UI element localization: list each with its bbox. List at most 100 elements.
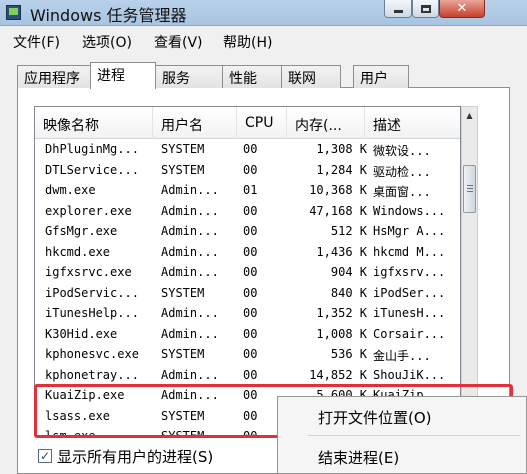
maximize-icon xyxy=(420,4,431,13)
process-row[interactable]: DTLService... SYSTEM 00 1,284 K 驱动检... xyxy=(35,161,460,182)
process-row[interactable]: iTunesHelp... Admin... 00 1,352 K iTunesH... xyxy=(35,304,460,325)
process-row[interactable]: GfsMgr.exe Admin... 00 512 K HsMgr A... xyxy=(35,222,460,243)
process-user: SYSTEM xyxy=(161,429,205,436)
process-memory: 1,008 K xyxy=(316,326,367,341)
scroll-up-icon[interactable]: ▲ xyxy=(462,107,477,124)
process-description: iPodSer... xyxy=(373,285,446,300)
process-description: 桌面窗... xyxy=(373,185,431,199)
process-row[interactable]: hkcmd.exe Admin... 00 1,436 K hkcmd M... xyxy=(35,243,460,264)
menu-file[interactable]: 文件(F) xyxy=(13,32,60,52)
process-name: DhPluginMg... xyxy=(45,142,139,156)
process-cpu: 00 xyxy=(243,367,258,382)
menu-help[interactable]: 帮助(H) xyxy=(223,32,272,52)
process-name: KuaiZip.exe xyxy=(45,388,125,402)
process-memory: 14,852 K xyxy=(309,367,367,382)
process-cpu: 00 xyxy=(243,429,258,436)
tab-processes[interactable]: 进程 xyxy=(90,62,156,89)
process-memory: 1,436 K xyxy=(316,244,367,259)
process-user: SYSTEM xyxy=(161,285,205,300)
close-button[interactable]: ✕ xyxy=(439,0,485,18)
process-description: hkcmd M... xyxy=(373,244,446,259)
column-header-row: 映像名称 用户名 CPU 内存(... 描述 xyxy=(35,107,460,139)
tab-applications[interactable]: 应用程序 xyxy=(17,65,91,88)
process-name: dwm.exe xyxy=(45,183,96,197)
process-description: igfxsrv... xyxy=(373,265,446,279)
process-user: Admin... xyxy=(161,203,219,218)
column-memory[interactable]: 内存(... xyxy=(287,107,365,139)
process-user: Admin... xyxy=(161,183,219,197)
maximize-button[interactable] xyxy=(412,0,439,18)
process-memory: 1,308 K xyxy=(316,142,367,156)
process-user: Admin... xyxy=(161,306,219,320)
process-user: SYSTEM xyxy=(161,142,205,156)
tab-performance[interactable]: 性能 xyxy=(222,65,282,88)
menu-options[interactable]: 选项(O) xyxy=(82,32,132,52)
process-memory: 904 K xyxy=(330,265,367,279)
context-menu: 打开文件位置(O) 结束进程(E) xyxy=(277,396,527,474)
process-row[interactable]: igfxsrvc.exe Admin... 00 904 K igfxsrv... xyxy=(35,263,460,284)
process-memory: 47,168 K xyxy=(309,203,367,218)
process-row[interactable]: kphonesvc.exe SYSTEM 00 536 K 金山手... xyxy=(35,345,460,366)
process-user: Admin... xyxy=(161,367,219,382)
process-row[interactable]: DhPluginMg... SYSTEM 00 1,308 K 微软设... xyxy=(35,140,460,161)
tab-users[interactable]: 用户 xyxy=(353,65,409,88)
process-user: Admin... xyxy=(161,244,219,259)
process-description: 微软设... xyxy=(373,144,431,158)
process-row[interactable]: kphonetray... Admin... 00 14,852 K ShouJiK..… xyxy=(35,366,460,387)
process-name: lsm.exe xyxy=(45,429,96,436)
process-name: iTunesHelp... xyxy=(45,306,139,320)
process-description: Corsair... xyxy=(373,326,446,341)
process-name: kphonetray... xyxy=(45,367,139,382)
process-row[interactable]: iPodServic... SYSTEM 00 840 K iPodSer... xyxy=(35,284,460,305)
process-cpu: 00 xyxy=(243,244,258,259)
process-name: kphonesvc.exe xyxy=(45,347,139,361)
window-title: Windows 任务管理器 xyxy=(30,6,187,25)
show-all-users-checkbox[interactable]: ✓ xyxy=(38,449,52,463)
process-name: explorer.exe xyxy=(45,203,132,218)
column-description[interactable]: 描述 xyxy=(365,107,460,139)
column-user-name[interactable]: 用户名 xyxy=(153,107,237,139)
process-user: SYSTEM xyxy=(161,408,205,423)
tab-services[interactable]: 服务 xyxy=(155,65,223,88)
process-user: Admin... xyxy=(161,224,219,238)
process-cpu: 01 xyxy=(243,183,258,197)
process-memory: 840 K xyxy=(330,285,367,300)
process-user: Admin... xyxy=(161,388,219,402)
process-cpu: 00 xyxy=(243,388,258,402)
scroll-thumb[interactable] xyxy=(463,165,476,213)
process-name: igfxsrvc.exe xyxy=(45,265,132,279)
process-name: GfsMgr.exe xyxy=(45,224,118,238)
process-description: 金山手... xyxy=(373,349,431,363)
open-file-location-item[interactable]: 打开文件位置(O) xyxy=(318,407,432,428)
process-memory: 1,284 K xyxy=(316,162,367,177)
close-icon: ✕ xyxy=(456,1,468,16)
minimize-button[interactable] xyxy=(384,0,412,18)
menu-view[interactable]: 查看(V) xyxy=(154,32,203,52)
process-row[interactable]: explorer.exe Admin... 00 47,168 K Windows... xyxy=(35,202,460,223)
process-description: 驱动检... xyxy=(373,164,431,179)
process-description: HsMgr A... xyxy=(373,224,446,238)
minimize-icon xyxy=(393,10,403,13)
grip-line xyxy=(467,191,473,192)
task-manager-icon xyxy=(6,5,21,20)
process-user: SYSTEM xyxy=(161,162,205,177)
show-all-users-option[interactable]: ✓ 显示所有用户的进程(S) xyxy=(38,446,213,466)
process-row[interactable]: K30Hid.exe Admin... 00 1,008 K Corsair... xyxy=(35,325,460,346)
tab-networking[interactable]: 联网 xyxy=(281,65,341,88)
process-description: iTunesH... xyxy=(373,306,446,320)
process-cpu: 00 xyxy=(243,347,258,361)
show-all-users-label: 显示所有用户的进程(S) xyxy=(57,447,214,466)
process-user: SYSTEM xyxy=(161,347,205,361)
column-cpu[interactable]: CPU xyxy=(237,107,287,139)
process-name: K30Hid.exe xyxy=(45,326,118,341)
vertical-scrollbar[interactable]: ▲ ▼ xyxy=(461,106,478,436)
end-process-item[interactable]: 结束进程(E) xyxy=(318,447,399,468)
process-list[interactable]: 映像名称 用户名 CPU 内存(... 描述 DhPluginMg... SYST… xyxy=(34,106,461,436)
process-cpu: 00 xyxy=(243,162,258,177)
process-name: DTLService... xyxy=(45,162,139,177)
process-name: hkcmd.exe xyxy=(45,244,111,259)
menu-separator xyxy=(308,435,520,436)
process-cpu: 00 xyxy=(243,326,258,341)
column-image-name[interactable]: 映像名称 xyxy=(35,107,153,139)
process-row[interactable]: dwm.exe Admin... 01 10,368 K 桌面窗... xyxy=(35,181,460,202)
